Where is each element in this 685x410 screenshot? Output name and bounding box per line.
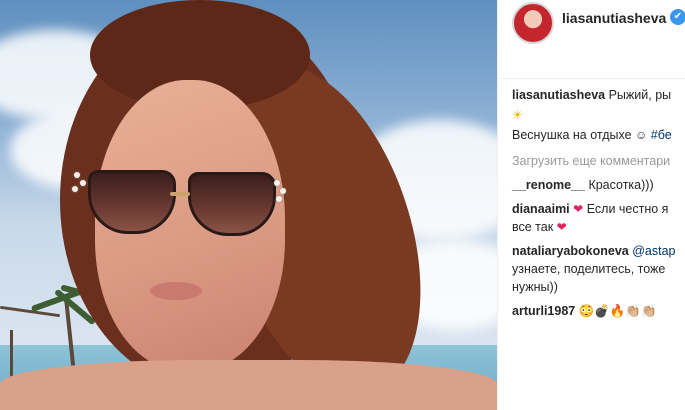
caption-line-2: ☀: [512, 108, 523, 122]
comment: arturli1987 😳💣🔥👏🏼👏🏼: [512, 304, 657, 319]
jewel: [74, 172, 80, 178]
jewel: [72, 186, 78, 192]
avatar[interactable]: [512, 2, 554, 44]
caption-line-3: Веснушка на отдыхе ☺ #бе: [512, 128, 672, 142]
comment-text: 😳💣🔥👏🏼👏🏼: [578, 304, 657, 318]
jewel: [280, 188, 286, 194]
comment-text: Если честно я: [586, 202, 669, 216]
comment-text: все так: [512, 220, 554, 234]
jewel: [80, 180, 86, 186]
comment-continuation: нужны)): [512, 280, 558, 294]
comment: dianaaimi ❤ Если честно я: [512, 202, 668, 216]
heart-icon: ❤: [556, 220, 567, 234]
verified-badge-icon: ✔: [670, 9, 685, 25]
sunglasses-bridge: [170, 192, 190, 196]
comment-text: узнаете, поделитесь, тоже: [512, 262, 666, 276]
sun-icon: ☀: [512, 108, 523, 122]
hashtag-link[interactable]: #бе: [651, 128, 672, 142]
comment: nataliaryabokoneva @astap: [512, 244, 675, 258]
caption-text: Рыжий, ры: [608, 88, 672, 102]
header-username[interactable]: liasanutiasheva: [562, 10, 666, 26]
smile-icon: ☺: [635, 128, 648, 142]
instagram-post: liasanutiasheva ✔ liasanutiasheva Рыжий,…: [0, 0, 685, 410]
comment: __renome__ Красотка))): [512, 178, 654, 192]
pier-beam: [0, 305, 60, 318]
comment-username[interactable]: arturli1987: [512, 304, 575, 318]
comment-username[interactable]: dianaaimi: [512, 202, 570, 216]
comment-username[interactable]: __renome__: [512, 178, 585, 192]
comment-continuation: узнаете, поделитесь, тоже: [512, 262, 665, 276]
heart-icon: ❤: [573, 202, 584, 216]
post-header: liasanutiasheva ✔: [498, 0, 685, 79]
comment-text: Красотка))): [588, 178, 654, 192]
comment-text: нужны)): [512, 280, 558, 294]
caption-line-1: liasanutiasheva Рыжий, ры: [512, 88, 671, 102]
jewel: [274, 180, 280, 186]
load-more-comments-button[interactable]: Загрузить еще комментари: [512, 154, 670, 168]
mention-link[interactable]: @astap: [632, 244, 675, 258]
caption-username[interactable]: liasanutiasheva: [512, 88, 605, 102]
comment-continuation: все так ❤: [512, 220, 567, 234]
lips: [150, 282, 202, 300]
post-side-panel: liasanutiasheva ✔ liasanutiasheva Рыжий,…: [497, 0, 685, 410]
post-photo[interactable]: [0, 0, 497, 410]
comment-username[interactable]: nataliaryabokoneva: [512, 244, 629, 258]
caption-text-2: Веснушка на отдыхе: [512, 128, 632, 142]
shoulders: [0, 360, 497, 410]
jewel: [276, 196, 282, 202]
